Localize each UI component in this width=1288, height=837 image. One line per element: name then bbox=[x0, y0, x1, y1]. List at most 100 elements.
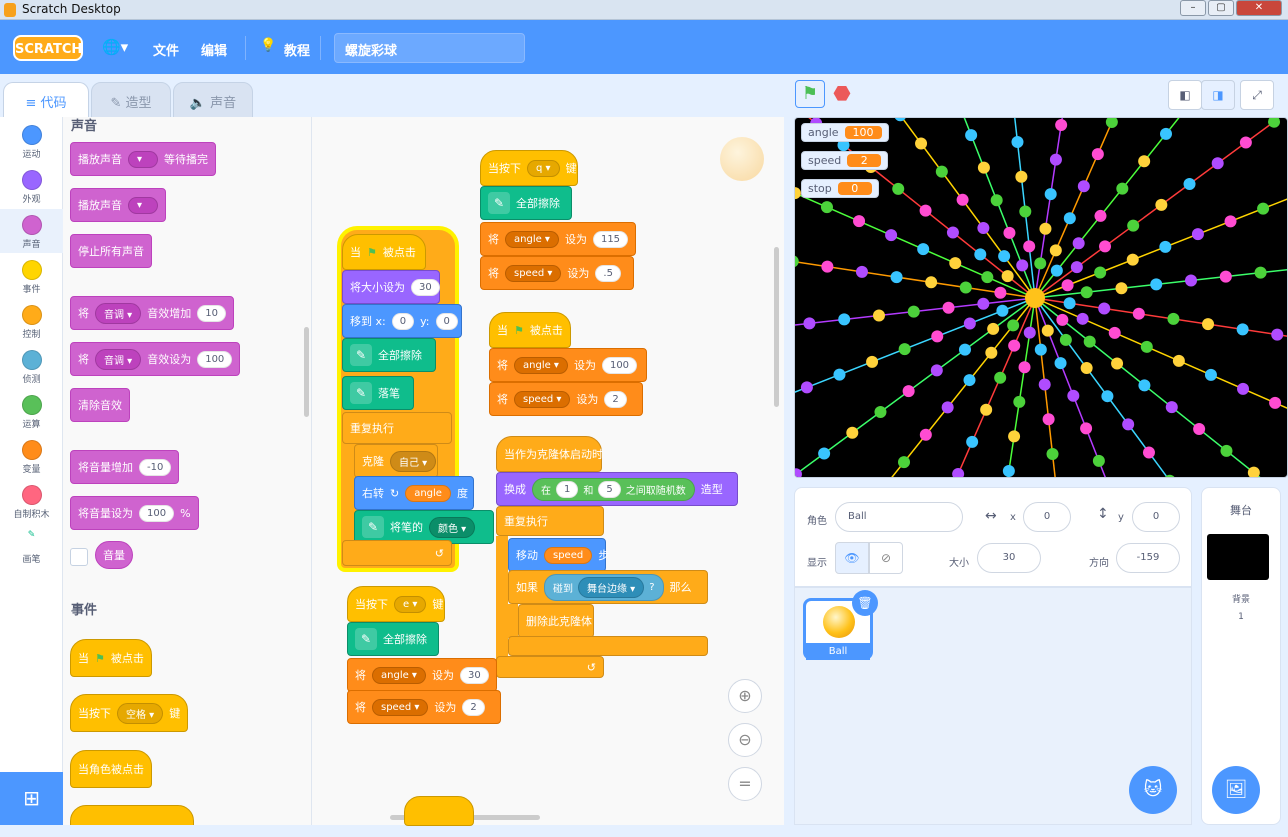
project-title-input[interactable]: 螺旋彩球 bbox=[334, 33, 525, 63]
volume-monitor-checkbox[interactable] bbox=[70, 548, 88, 566]
category-7[interactable]: 变量 bbox=[0, 434, 63, 478]
fullscreen-button[interactable]: ⤢ bbox=[1240, 80, 1274, 110]
block-start-sound[interactable]: 播放声音 ▾ bbox=[70, 188, 166, 222]
block-volume-reporter[interactable]: 音量 bbox=[95, 541, 133, 569]
size-input[interactable]: 30 bbox=[977, 543, 1041, 573]
stage-selector[interactable]: 舞台 背景 1 🖼 bbox=[1201, 487, 1281, 825]
spiral-ball bbox=[990, 194, 1003, 207]
category-8[interactable]: 自制积木 bbox=[0, 479, 63, 523]
script-q-set-speed[interactable]: 将 speed ▾ 设为 .5 bbox=[480, 256, 634, 290]
large-stage-button[interactable]: ◨ bbox=[1201, 80, 1235, 110]
close-button[interactable]: ✕ bbox=[1236, 0, 1282, 16]
file-menu[interactable]: 文件 bbox=[153, 40, 179, 59]
block-change-volume[interactable]: 将音量增加 -10 bbox=[70, 450, 180, 484]
script-pen-clear[interactable]: ✎ 全部擦除 bbox=[342, 338, 436, 372]
edit-menu[interactable]: 编辑 bbox=[201, 40, 227, 59]
script-set-angle[interactable]: 将 angle ▾ 设为 100 bbox=[489, 348, 647, 382]
script-when-q-pressed[interactable]: 当按下 q ▾ 键 bbox=[480, 150, 578, 186]
zoom-in-button[interactable]: ⊕ bbox=[728, 679, 762, 713]
category-0[interactable]: 运动 bbox=[0, 119, 63, 163]
script-when-flag-clicked-2[interactable]: 当 ⚑ 被点击 bbox=[489, 312, 571, 348]
direction-input[interactable]: -159 bbox=[1116, 543, 1180, 573]
zoom-reset-button[interactable]: = bbox=[728, 767, 762, 801]
spiral-ball bbox=[1034, 343, 1047, 356]
spiral-ball bbox=[1271, 328, 1284, 341]
script-move-steps[interactable]: 移动 speed 步 bbox=[508, 538, 609, 572]
category-1[interactable]: 外观 bbox=[0, 164, 63, 208]
maximize-button[interactable]: ▢ bbox=[1208, 0, 1234, 16]
tutorial-bulb-icon[interactable]: 💡 bbox=[260, 38, 276, 53]
script-when-e-pressed[interactable]: 当按下 e ▾ 键 bbox=[347, 586, 445, 622]
block-set-effect[interactable]: 将音调 ▾ 音效设为 100 bbox=[70, 342, 241, 376]
ball-sprite[interactable] bbox=[1025, 288, 1045, 308]
block-clear-effects[interactable]: 清除音效 bbox=[70, 388, 130, 422]
zoom-out-button[interactable]: ⊖ bbox=[728, 723, 762, 757]
block-when-sprite-clicked[interactable]: 当角色被点击 bbox=[70, 750, 152, 788]
small-stage-button[interactable]: ◧ bbox=[1168, 80, 1202, 110]
spiral-ball bbox=[1046, 448, 1059, 461]
script-if-touching-edge[interactable]: 如果 碰到 舞台边缘 ▾? 那么 bbox=[508, 570, 708, 604]
y-input[interactable]: 0 bbox=[1132, 502, 1180, 532]
tab-sounds[interactable]: 🔈 声音 bbox=[173, 82, 253, 118]
language-globe-icon[interactable]: 🌐▾ bbox=[102, 38, 128, 56]
script-q-pen-clear[interactable]: ✎ 全部擦除 bbox=[480, 186, 572, 220]
script-goto-xy[interactable]: 移到 x: 0 y: 0 bbox=[342, 304, 462, 338]
script-e-set-angle[interactable]: 将 angle ▾ 设为 30 bbox=[347, 658, 497, 692]
script-q-set-angle[interactable]: 将 angle ▾ 设为 115 bbox=[480, 222, 636, 256]
script-set-pen-color[interactable]: ✎ 将笔的 颜色 ▾ bbox=[354, 510, 494, 544]
hide-eye-icon[interactable]: ⊘ bbox=[869, 542, 903, 574]
script-turn-right[interactable]: 右转 ↻ angle 度 bbox=[354, 476, 474, 510]
script-pen-down[interactable]: ✎ 落笔 bbox=[342, 376, 414, 410]
scratch-logo[interactable]: SCRATCH bbox=[13, 35, 83, 61]
minimize-button[interactable]: – bbox=[1180, 0, 1206, 16]
block-when-key-pressed[interactable]: 当按下 空格 ▾ 键 bbox=[70, 694, 189, 732]
block-play-sound-until-done[interactable]: 播放声音 ▾ 等待播完 bbox=[70, 142, 216, 176]
sprite-name-input[interactable]: Ball bbox=[835, 502, 963, 532]
spiral-ball bbox=[818, 447, 831, 460]
block-when-flag-clicked[interactable]: 当 ⚑ 被点击 bbox=[70, 639, 152, 677]
script-set-speed[interactable]: 将 speed ▾ 设为 2 bbox=[489, 382, 643, 416]
stop-button[interactable]: ⬣ bbox=[830, 80, 854, 108]
block-stop-all-sounds[interactable]: 停止所有声音 bbox=[70, 234, 152, 268]
spiral-ball bbox=[821, 260, 834, 273]
script-forever[interactable]: 重复执行 bbox=[342, 412, 452, 444]
script-when-flag-clicked[interactable]: 当 ⚑ 被点击 bbox=[342, 234, 426, 270]
tab-code[interactable]: ≡ 代码 bbox=[3, 82, 89, 118]
x-input[interactable]: 0 bbox=[1023, 502, 1071, 532]
script-when-clone-starts[interactable]: 当作为克隆体启动时 bbox=[496, 436, 603, 472]
add-extension-button[interactable]: ⊞ bbox=[0, 772, 63, 825]
show-eye-icon[interactable]: 👁 bbox=[835, 542, 869, 574]
stage-canvas[interactable]: angle 100 speed 2 stop 0 bbox=[794, 117, 1288, 478]
category-3[interactable]: 事件 bbox=[0, 254, 63, 298]
script-e-pen-clear[interactable]: ✎ 全部擦除 bbox=[347, 622, 439, 656]
menu-bar bbox=[0, 20, 1288, 74]
block-when-backdrop-switches[interactable] bbox=[70, 805, 194, 825]
script-switch-costume[interactable]: 换成在 1 和 5 之间取随机数 造型 bbox=[496, 472, 738, 506]
category-5[interactable]: 侦测 bbox=[0, 344, 63, 388]
tab-costumes[interactable]: ✎ 造型 bbox=[91, 82, 171, 118]
palette-scrollbar[interactable] bbox=[304, 327, 309, 417]
delete-sprite-icon[interactable]: 🗑 bbox=[852, 590, 878, 616]
category-9[interactable]: ✎ 画笔 bbox=[0, 524, 63, 568]
block-change-effect[interactable]: 将音调 ▾ 音效增加 10 bbox=[70, 296, 234, 330]
category-label: 自制积木 bbox=[13, 510, 50, 520]
green-flag-button[interactable]: ⚑ bbox=[795, 80, 825, 108]
script-clone-forever[interactable]: 重复执行 bbox=[496, 506, 604, 536]
monitor-stop[interactable]: stop 0 bbox=[801, 179, 879, 198]
category-4[interactable]: 控制 bbox=[0, 299, 63, 343]
block-set-volume[interactable]: 将音量设为 100% bbox=[70, 496, 199, 530]
script-e-set-speed[interactable]: 将 speed ▾ 设为 2 bbox=[347, 690, 501, 724]
script-set-size[interactable]: 将大小设为 30 bbox=[342, 270, 440, 304]
monitor-angle[interactable]: angle 100 bbox=[801, 123, 889, 142]
script-partial-hat[interactable] bbox=[404, 796, 474, 826]
script-delete-clone[interactable]: 删除此克隆体 bbox=[518, 604, 594, 638]
add-sprite-button[interactable]: 🐱 bbox=[1129, 766, 1177, 814]
tutorials-menu[interactable]: 教程 bbox=[284, 40, 310, 59]
stage-thumbnail[interactable] bbox=[1207, 534, 1269, 580]
category-6[interactable]: 运算 bbox=[0, 389, 63, 433]
script-create-clone[interactable]: 克隆 自己 ▾ bbox=[354, 444, 438, 478]
add-backdrop-button[interactable]: 🖼 bbox=[1212, 766, 1260, 814]
category-2[interactable]: 声音 bbox=[0, 209, 63, 253]
monitor-speed[interactable]: speed 2 bbox=[801, 151, 889, 170]
workspace-scrollbar-vertical[interactable] bbox=[774, 247, 779, 407]
